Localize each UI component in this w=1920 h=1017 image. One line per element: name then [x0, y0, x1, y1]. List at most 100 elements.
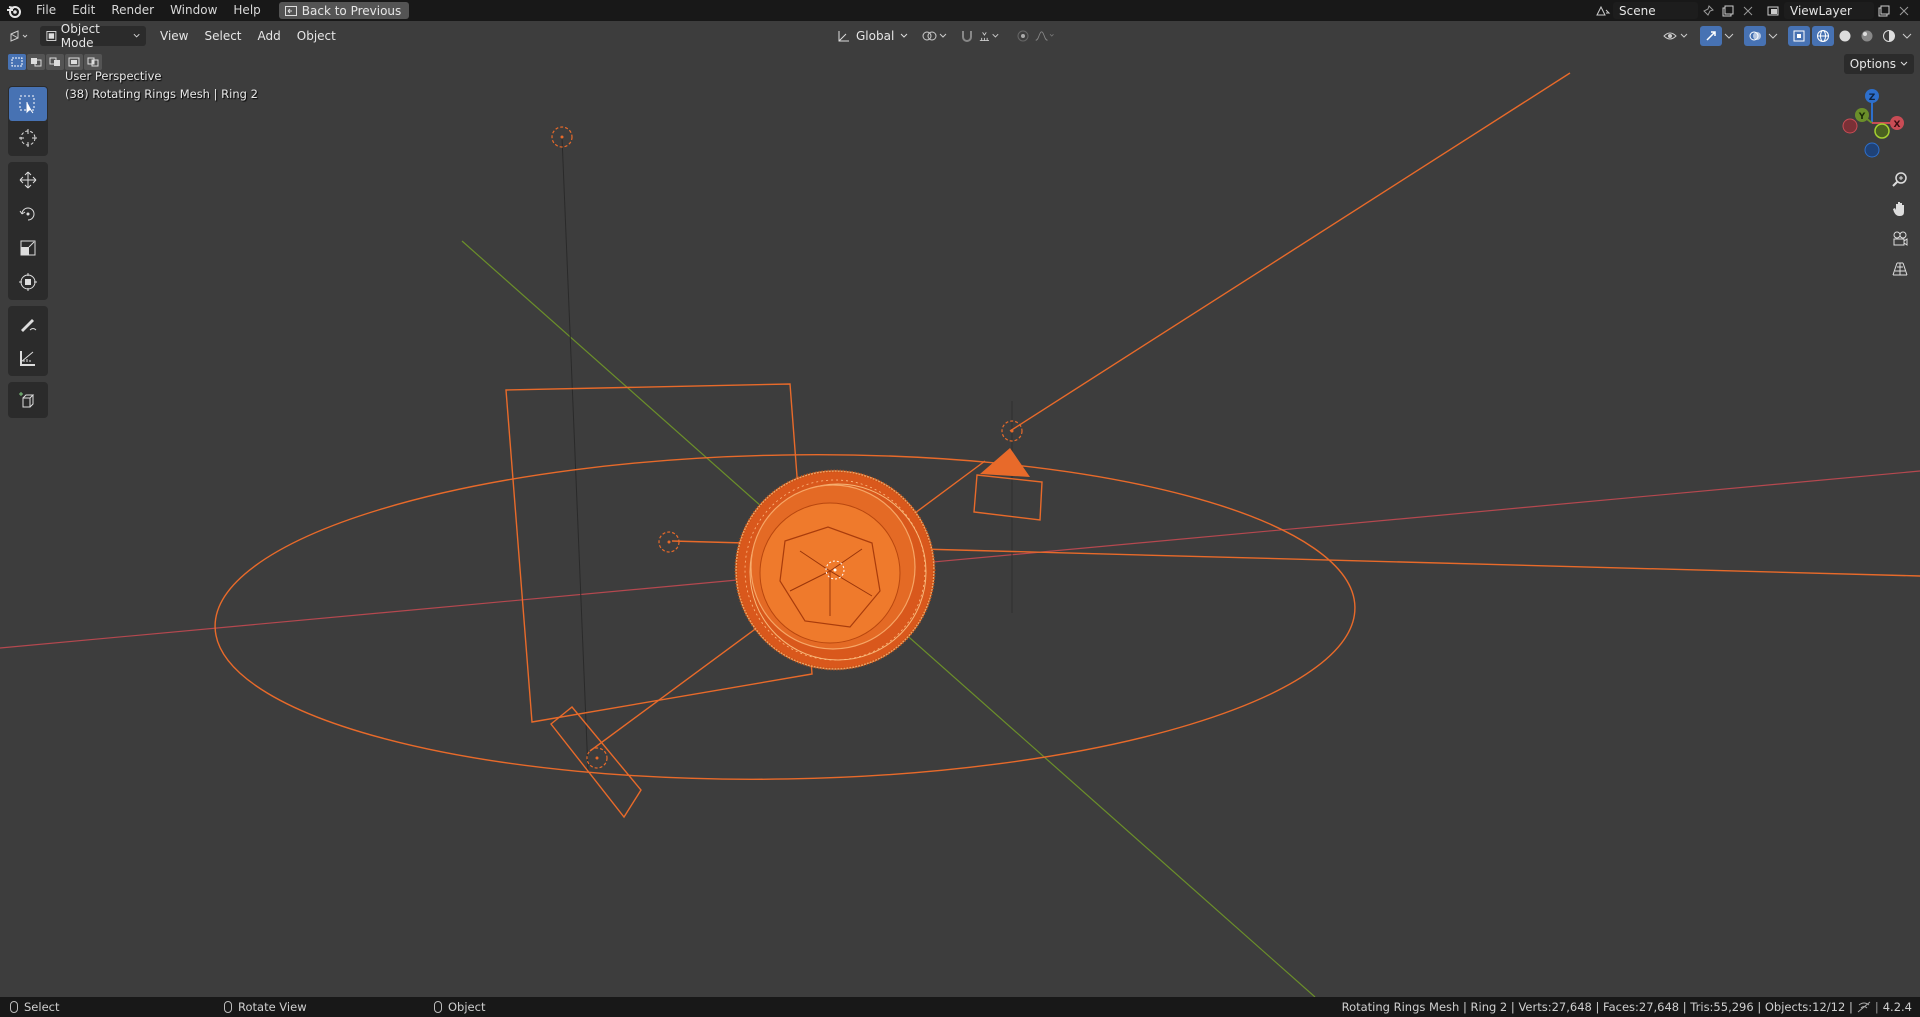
status-rotate-label: Rotate View — [238, 1000, 307, 1014]
view-layer-field[interactable]: ViewLayer — [1784, 2, 1874, 19]
pin-icon[interactable] — [1698, 2, 1718, 19]
perspective-toggle-icon[interactable] — [1888, 256, 1912, 282]
top-menu-bar: File Edit Render Window Help Back to Pre… — [0, 0, 1920, 21]
visibility-dropdown[interactable] — [1662, 26, 1692, 46]
chevron-down-icon — [133, 33, 140, 38]
scene-canvas[interactable] — [0, 51, 1920, 997]
scene-icon[interactable] — [1593, 2, 1613, 19]
point-light-dot — [1010, 429, 1014, 433]
editor-type-selector[interactable] — [8, 26, 30, 46]
mouse-left-icon — [10, 1001, 18, 1013]
chevron-down-icon — [900, 33, 908, 38]
scene-selector[interactable]: Scene — [1593, 2, 1758, 19]
chevron-down-icon[interactable] — [1722, 31, 1736, 41]
menu-select[interactable]: Select — [196, 29, 249, 43]
chevron-down-icon[interactable] — [1766, 31, 1780, 41]
select-box-tool-icon[interactable] — [9, 87, 47, 121]
rotating-rings-mesh[interactable] — [734, 469, 936, 671]
zoom-icon[interactable] — [1888, 166, 1912, 192]
navigation-gizmo[interactable]: Z Y X — [1832, 81, 1912, 161]
new-scene-icon[interactable] — [1718, 2, 1738, 19]
delete-view-layer-icon[interactable] — [1894, 2, 1914, 19]
wireframe-shading-icon[interactable] — [1812, 26, 1834, 46]
pivot-point-dropdown[interactable] — [920, 26, 950, 46]
measure-tool-icon[interactable] — [9, 341, 47, 375]
xray-toggle[interactable] — [1788, 26, 1810, 46]
menu-add[interactable]: Add — [250, 29, 289, 43]
rotate-tool-icon[interactable] — [9, 197, 47, 231]
x-axis-line — [0, 470, 1920, 649]
gizmo-x-label: X — [1894, 120, 1901, 130]
pan-hand-icon[interactable] — [1888, 196, 1912, 222]
chevron-down-icon[interactable] — [1900, 31, 1914, 41]
snap-toggle-icon[interactable] — [956, 26, 978, 46]
spot-light-line — [1009, 72, 1571, 432]
gizmo-neg-z-axis[interactable] — [1864, 142, 1880, 158]
back-to-previous-button[interactable]: Back to Previous — [278, 2, 410, 19]
select-intersect-icon[interactable] — [84, 54, 102, 70]
mode-dropdown[interactable]: Object Mode — [40, 22, 146, 50]
select-subtract-icon[interactable] — [46, 54, 64, 70]
3d-viewport[interactable]: User Perspective (38) Rotating Rings Mes… — [0, 51, 1920, 997]
gizmo-neg-x-axis[interactable] — [1842, 118, 1858, 134]
select-invert-icon[interactable] — [65, 54, 83, 70]
view-layer-name: ViewLayer — [1790, 3, 1852, 18]
scale-tool-icon[interactable] — [9, 231, 47, 265]
proportional-editing-icon[interactable] — [1012, 26, 1034, 46]
annotate-tool-icon[interactable] — [9, 307, 47, 341]
cursor-tool-icon[interactable] — [9, 121, 47, 155]
overlays-toggle-icon[interactable] — [1744, 26, 1766, 46]
view-layer-icon[interactable] — [1764, 2, 1784, 19]
point-light-dot — [560, 135, 564, 139]
menu-help[interactable]: Help — [225, 0, 268, 21]
orientation-label: Global — [856, 29, 895, 43]
gizmo-controls[interactable] — [1700, 26, 1736, 46]
view-layer-selector[interactable]: ViewLayer — [1764, 2, 1914, 19]
delete-scene-icon[interactable] — [1738, 2, 1758, 19]
menu-object[interactable]: Object — [289, 29, 344, 43]
options-label: Options — [1849, 57, 1896, 71]
menu-edit[interactable]: Edit — [64, 0, 103, 21]
material-shading-icon[interactable] — [1856, 26, 1878, 46]
rendered-shading-icon[interactable] — [1878, 26, 1900, 46]
move-tool-icon[interactable] — [9, 163, 47, 197]
gizmo-toggle-icon[interactable] — [1700, 26, 1722, 46]
camera-view-icon[interactable] — [1888, 226, 1912, 252]
scene-name: Scene — [1619, 3, 1656, 18]
overlay-controls[interactable] — [1744, 26, 1780, 46]
editor-type-icon — [10, 30, 28, 42]
options-dropdown[interactable]: Options — [1843, 54, 1914, 74]
gizmo-neg-y-axis[interactable] — [1874, 123, 1890, 139]
pivot-point-icon — [922, 31, 947, 41]
scene-name-field[interactable]: Scene — [1613, 2, 1698, 19]
point-light-dot — [595, 756, 599, 760]
menu-window[interactable]: Window — [162, 0, 225, 21]
transform-tool-group — [8, 162, 48, 300]
select-extend-icon[interactable] — [27, 54, 45, 70]
blender-version: 4.2.4 — [1882, 1000, 1912, 1014]
menu-view[interactable]: View — [152, 29, 196, 43]
mouse-middle-icon — [224, 1001, 232, 1013]
xray-icon[interactable] — [1788, 26, 1810, 46]
snap-target-icon[interactable] — [978, 26, 1000, 46]
snap-controls[interactable] — [956, 26, 1000, 46]
transform-orientation-dropdown[interactable]: Global — [836, 26, 908, 46]
add-cube-tool-icon[interactable] — [9, 383, 47, 417]
shading-mode-group[interactable] — [1812, 26, 1914, 46]
active-object-label: (38) Rotating Rings Mesh | Ring 2 — [65, 87, 258, 101]
mouse-right-icon — [434, 1001, 442, 1013]
menu-file[interactable]: File — [28, 0, 64, 21]
camera-frame[interactable] — [973, 474, 1043, 521]
new-view-layer-icon[interactable] — [1874, 2, 1894, 19]
transform-tool-icon[interactable] — [9, 265, 47, 299]
status-bar: Select Rotate View Object Rotating Rings… — [0, 997, 1920, 1017]
add-tool-group — [8, 382, 48, 418]
blender-logo-icon[interactable] — [0, 0, 28, 21]
proportional-editing-controls[interactable] — [1012, 26, 1056, 46]
solid-shading-icon[interactable] — [1834, 26, 1856, 46]
menu-render[interactable]: Render — [103, 0, 162, 21]
falloff-curve-icon[interactable] — [1034, 26, 1056, 46]
select-new-icon[interactable] — [8, 54, 26, 70]
mode-label: Object Mode — [60, 22, 100, 50]
object-mode-icon — [46, 31, 57, 41]
